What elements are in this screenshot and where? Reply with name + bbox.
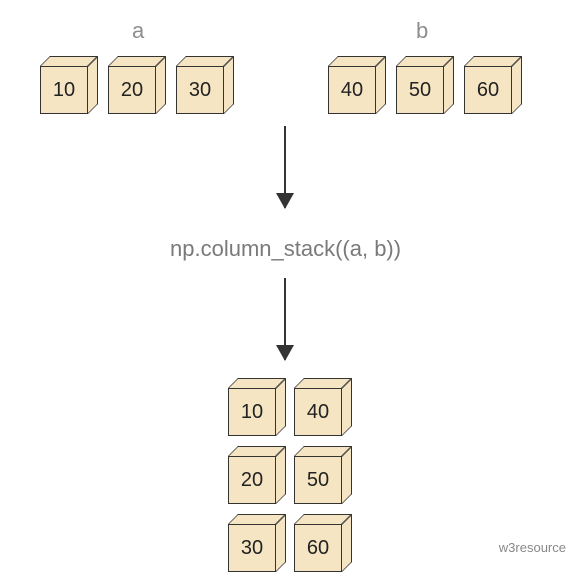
cube-value: 20 [108, 66, 156, 114]
cube-value: 50 [396, 66, 444, 114]
cube-value: 50 [294, 456, 342, 504]
arrow-down-icon [284, 278, 286, 360]
cube-value: 10 [228, 388, 276, 436]
cube-r-1-1: 50 [294, 446, 352, 504]
cube-r-0-0: 10 [228, 378, 286, 436]
array-a: 10 20 30 [40, 56, 234, 114]
cube-a-2: 30 [176, 56, 234, 114]
cube-b-2: 60 [464, 56, 522, 114]
operation-text: np.column_stack((a, b)) [170, 236, 401, 262]
cube-b-1: 50 [396, 56, 454, 114]
array-b: 40 50 60 [328, 56, 522, 114]
arrow-down-icon [284, 126, 286, 208]
result-grid: 10 40 20 50 30 60 [228, 378, 352, 572]
cube-value: 20 [228, 456, 276, 504]
cube-b-0: 40 [328, 56, 386, 114]
cube-value: 40 [294, 388, 342, 436]
result-row: 10 40 [228, 378, 352, 436]
attribution-text: w3resource [499, 540, 566, 555]
cube-r-0-1: 40 [294, 378, 352, 436]
cube-a-1: 20 [108, 56, 166, 114]
cube-value: 40 [328, 66, 376, 114]
result-row: 20 50 [228, 446, 352, 504]
cube-r-1-0: 20 [228, 446, 286, 504]
cube-value: 60 [294, 524, 342, 572]
label-b: b [416, 18, 428, 44]
cube-value: 60 [464, 66, 512, 114]
cube-value: 30 [176, 66, 224, 114]
cube-value: 10 [40, 66, 88, 114]
cube-a-0: 10 [40, 56, 98, 114]
cube-r-2-1: 60 [294, 514, 352, 572]
cube-value: 30 [228, 524, 276, 572]
cube-r-2-0: 30 [228, 514, 286, 572]
result-row: 30 60 [228, 514, 352, 572]
label-a: a [132, 18, 144, 44]
